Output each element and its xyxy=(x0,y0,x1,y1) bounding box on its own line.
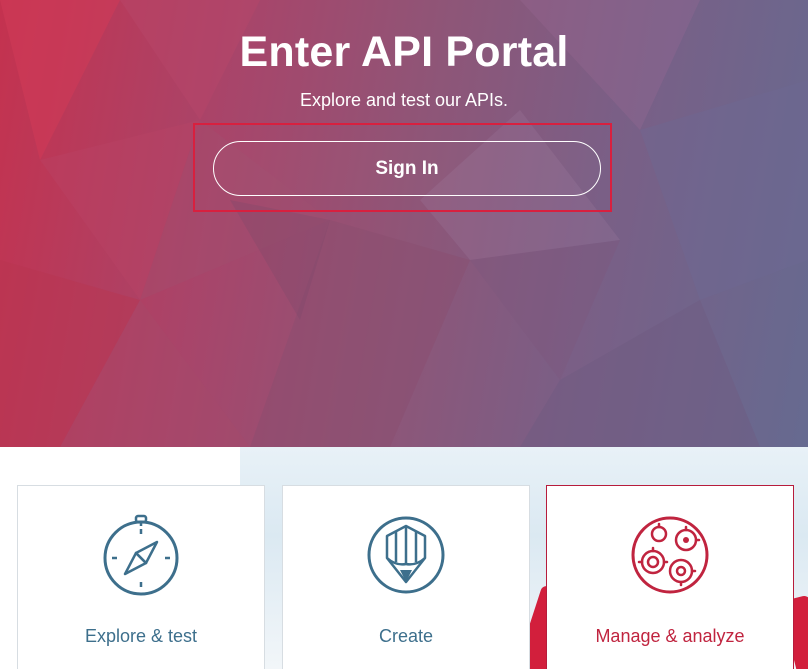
sign-in-button[interactable]: Sign In xyxy=(213,141,601,196)
compass-icon xyxy=(18,514,264,596)
page-title: Enter API Portal xyxy=(239,28,569,76)
card-manage-analyze[interactable]: Manage & analyze xyxy=(546,485,794,669)
card-label: Create xyxy=(378,626,434,646)
pencil-shield-icon xyxy=(283,514,529,596)
features-section: Explore & test Create Manage & analyze xyxy=(0,447,808,669)
card-label: Explore & test xyxy=(84,626,198,646)
card-label: Manage & analyze xyxy=(595,626,745,646)
card-explore-test[interactable]: Explore & test xyxy=(17,485,265,669)
card-create[interactable]: Create xyxy=(282,485,530,669)
gears-globe-icon xyxy=(547,514,793,596)
page-subtitle: Explore and test our APIs. xyxy=(299,90,509,110)
hero-banner: Enter API Portal Explore and test our AP… xyxy=(0,0,808,447)
